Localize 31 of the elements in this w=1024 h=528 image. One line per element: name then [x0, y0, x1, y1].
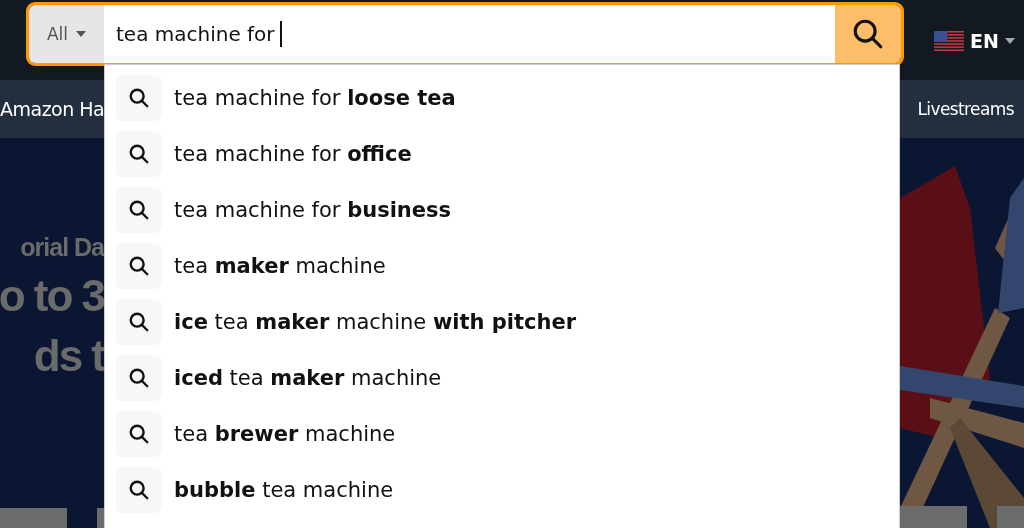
- category-dropdown[interactable]: All: [29, 5, 104, 63]
- search-button[interactable]: [835, 5, 901, 63]
- search-icon: [128, 479, 150, 501]
- caret-icon: [76, 31, 87, 37]
- language-selector[interactable]: EN: [934, 30, 1015, 52]
- banner-headline: o to 3: [0, 270, 104, 322]
- card-background: [97, 508, 104, 528]
- suggestion-item[interactable]: tea machine for office: [174, 142, 412, 166]
- suggestion-item[interactable]: iced tea maker machine: [174, 366, 442, 390]
- flag-icon: [934, 31, 964, 51]
- search-icon: [851, 17, 885, 51]
- search-icon: [128, 423, 150, 445]
- nav-link[interactable]: Amazon Ha: [0, 98, 105, 120]
- suggestion-item[interactable]: tea maker machine: [174, 254, 386, 278]
- suggestion-item[interactable]: bubble tea machine: [174, 478, 394, 502]
- search-icon: [128, 199, 150, 221]
- search-icon: [128, 143, 150, 165]
- nav-link[interactable]: Livestreams: [917, 99, 1014, 119]
- banner-headline: orial Da: [20, 232, 104, 263]
- card-background: [0, 508, 67, 528]
- search-icon: [128, 367, 150, 389]
- search-icon: [128, 311, 150, 333]
- suggestion-item[interactable]: tea machine for loose tea: [174, 86, 456, 110]
- caret-icon: [1004, 38, 1015, 44]
- banner-headline: ds t: [33, 330, 104, 382]
- search-field[interactable]: tea machine for: [104, 5, 835, 63]
- search-icon: [128, 87, 150, 109]
- suggestion-item[interactable]: tea brewer machine: [174, 422, 396, 446]
- search-icon: [128, 255, 150, 277]
- suggestion-item[interactable]: tea machine for business: [174, 198, 452, 222]
- suggestion-item[interactable]: ice tea maker machine with pitcher: [174, 310, 577, 334]
